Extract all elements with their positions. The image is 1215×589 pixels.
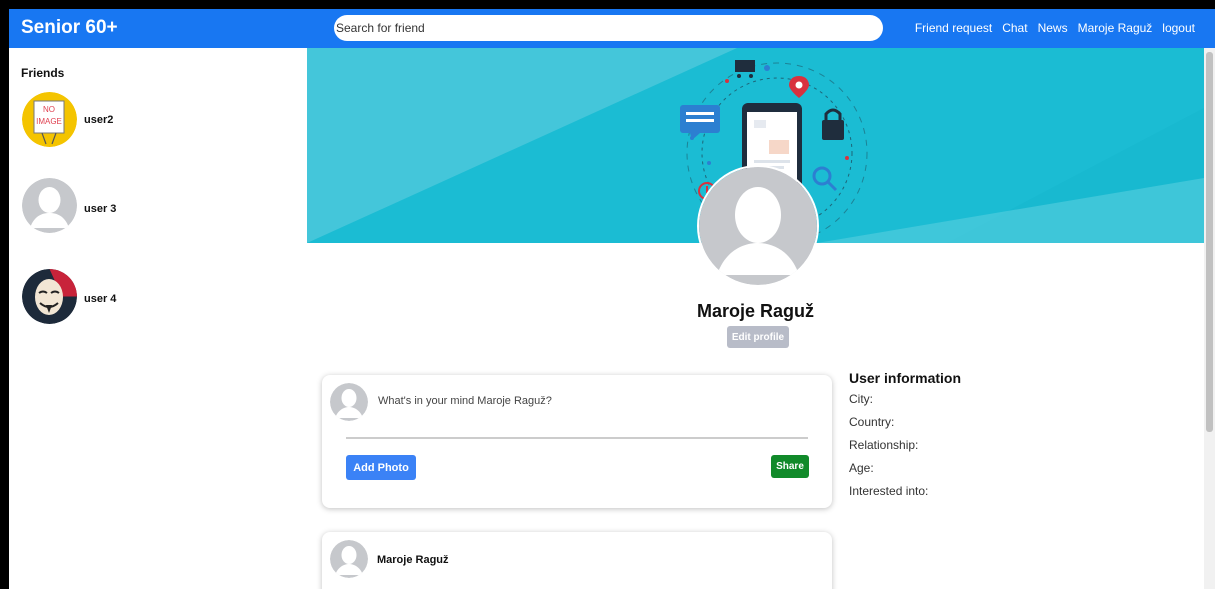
nav-friend-request[interactable]: Friend request [915, 21, 992, 35]
nav-links: Friend request Chat News Maroje Raguž lo… [915, 21, 1195, 35]
post-author-avatar [330, 540, 368, 578]
friends-title: Friends [21, 66, 65, 80]
top-navbar: Senior 60+ Friend request Chat News Maro… [9, 9, 1215, 48]
nav-profile[interactable]: Maroje Raguž [1078, 21, 1153, 35]
friend-item-user4[interactable]: user 4 [22, 269, 242, 325]
user-info-age: Age: [849, 461, 874, 475]
profile-avatar[interactable] [697, 165, 819, 287]
default-avatar [22, 178, 77, 233]
composer-avatar [330, 383, 368, 421]
no-image-text-1: NO [43, 105, 55, 114]
friend-name: user 3 [84, 203, 117, 215]
page-scrollbar[interactable] [1204, 48, 1215, 589]
feed-post: Maroje Raguž [322, 532, 832, 589]
no-image-text-2: IMAGE [36, 117, 62, 126]
brand-logo[interactable]: Senior 60+ [21, 17, 118, 39]
user-info-title: User information [849, 370, 962, 386]
edit-profile-button[interactable]: Edit profile [727, 326, 789, 348]
nav-chat[interactable]: Chat [1002, 21, 1027, 35]
post-composer: Add Photo Share [322, 375, 832, 508]
friend-name: user2 [84, 114, 114, 126]
no-image-avatar: NO IMAGE [22, 92, 77, 147]
scrollbar-thumb[interactable] [1206, 52, 1213, 432]
profile-main: Maroje Raguž Edit profile Add Photo Shar… [307, 48, 1204, 589]
profile-name: Maroje Raguž [696, 301, 815, 321]
user-info-interests: Interested into: [849, 484, 929, 498]
friend-name: user 4 [84, 293, 117, 305]
add-photo-button[interactable]: Add Photo [346, 455, 416, 480]
nav-logout[interactable]: logout [1162, 21, 1195, 35]
user-information-panel: User information City: Country: Relation… [849, 370, 961, 507]
friend-item-user2[interactable]: NO IMAGE user2 [22, 92, 242, 148]
user-info-relationship: Relationship: [849, 438, 919, 452]
friends-sidebar: Friends NO IMAGE user2 user 3 user 4 [9, 48, 307, 589]
app-window: Senior 60+ Friend request Chat News Maro… [9, 9, 1215, 589]
share-button[interactable]: Share [771, 455, 809, 478]
friend-item-user3[interactable]: user 3 [22, 178, 242, 234]
user-info-country: Country: [849, 415, 895, 429]
mask-avatar [22, 269, 77, 324]
search-input[interactable] [334, 15, 883, 41]
post-author-name[interactable]: Maroje Raguž [377, 554, 449, 566]
nav-news[interactable]: News [1038, 21, 1068, 35]
user-info-city: City: [849, 392, 873, 406]
composer-divider [346, 437, 808, 439]
post-text-input[interactable] [378, 395, 778, 407]
